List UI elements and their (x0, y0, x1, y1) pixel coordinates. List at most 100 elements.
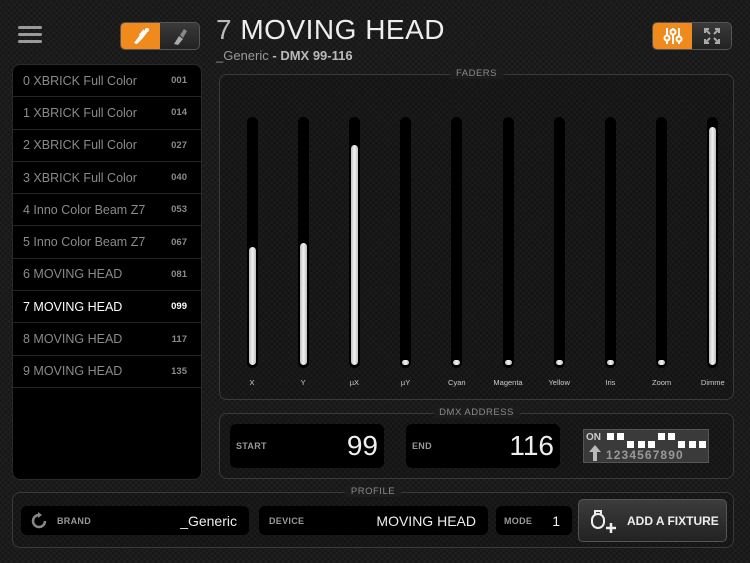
fixture-list-item[interactable]: 3 XBRICK Full Color 040 (13, 162, 201, 195)
fixture-item-address: 081 (171, 268, 187, 280)
dip-switch[interactable]: ON 1234567890 (583, 429, 709, 463)
subtitle-dmx-range: DMX 99-116 (280, 48, 353, 63)
dip-switch-key[interactable] (657, 433, 666, 449)
device-field[interactable]: DEVICE MOVING HEAD (259, 506, 488, 535)
fixture-item-label: 1 XBRICK Full Color (23, 105, 137, 120)
fader-handle[interactable] (555, 360, 563, 365)
mode-field[interactable]: MODE 1 (496, 506, 572, 535)
fader-label: Yellow (548, 378, 570, 387)
fader-handle[interactable] (350, 144, 358, 365)
fixture-item-address: 053 (171, 204, 187, 216)
fixture-list: 0 XBRICK Full Color 001 1 XBRICK Full Colo… (12, 64, 202, 480)
fader-track[interactable] (297, 117, 309, 368)
hamburger-icon-bar (18, 33, 42, 36)
dmx-panel-title: DMX ADDRESS (433, 407, 520, 418)
profile-panel-title: PROFILE (344, 486, 402, 497)
fader-track[interactable] (656, 117, 668, 368)
dip-switch-key[interactable] (647, 433, 656, 449)
fader-handle[interactable] (299, 242, 307, 365)
fader-handle[interactable] (248, 247, 256, 365)
brand-value: _Generic (180, 512, 237, 529)
fixture-item-address: 040 (171, 172, 187, 184)
fixture-item-label: 2 XBRICK Full Color (23, 138, 137, 153)
dip-switch-key[interactable] (667, 433, 676, 449)
fader-track[interactable] (348, 117, 360, 368)
hamburger-icon-bar (18, 26, 42, 29)
cleanup-button[interactable] (160, 23, 199, 49)
fader-track[interactable] (246, 117, 258, 368)
refresh-icon[interactable] (29, 511, 49, 530)
fixture-list-item[interactable]: 6 MOVING HEAD 081 (13, 259, 201, 292)
brand-field[interactable]: BRAND _Generic (21, 506, 249, 535)
fixture-list-item[interactable]: 2 XBRICK Full Color 027 (13, 130, 201, 162)
fixture-edit-icon (133, 28, 149, 44)
fixture-list-item[interactable]: 1 XBRICK Full Color 014 (13, 97, 201, 130)
dip-switch-key[interactable] (606, 433, 615, 449)
dip-switch-knob (688, 441, 696, 448)
faders-view-button[interactable] (653, 23, 692, 49)
dmx-end-field[interactable]: END 116 (406, 424, 560, 468)
fader-handle[interactable] (606, 360, 614, 365)
fader-track[interactable] (604, 117, 616, 368)
fixture-item-address: 014 (171, 107, 187, 119)
fader-track[interactable] (553, 117, 565, 368)
dip-switch-key[interactable] (677, 433, 686, 449)
fixture-list-item[interactable]: 4 Inno Color Beam Z7 053 (13, 194, 201, 227)
add-fixture-icon (591, 509, 616, 533)
fixture-list-item[interactable]: 5 Inno Color Beam Z7 067 (13, 226, 201, 259)
menu-button[interactable] (18, 26, 42, 44)
fader-label: µX (349, 378, 360, 387)
fader-handle[interactable] (658, 360, 666, 365)
dmx-end-value: 116 (509, 430, 554, 461)
add-fixture-button[interactable]: ADD A FIXTURE (578, 499, 727, 542)
fader-handle[interactable] (402, 360, 410, 365)
dip-switch-knob (668, 433, 676, 440)
fixture-item-address: 099 (171, 301, 187, 313)
page-subtitle: _Generic - DMX 99-116 (216, 48, 353, 63)
mode-toggle-left (120, 22, 200, 50)
fader-track[interactable] (707, 117, 719, 368)
fixture-item-address: 117 (171, 333, 187, 345)
expand-icon (703, 28, 720, 44)
dip-switch-key[interactable] (698, 433, 707, 449)
fader-track[interactable] (502, 117, 514, 368)
fader-label: Iris (605, 378, 616, 387)
fixture-edit-button[interactable] (121, 23, 160, 49)
dip-switch-key[interactable] (616, 433, 625, 449)
dip-switch-knob (637, 441, 645, 448)
dip-switch-knob (627, 441, 635, 448)
fixture-item-address: 067 (171, 236, 187, 248)
fixture-number: 7 (216, 14, 233, 45)
mode-label: MODE (504, 515, 533, 526)
faders-panel: FADERS X YµX µY Cyan Magenta Yellow Iris Zoom Di… (219, 68, 734, 400)
fader-label: Zoom (652, 378, 672, 387)
fader-handle[interactable] (453, 360, 461, 365)
fader-label: Cyan (448, 378, 466, 387)
device-value: MOVING HEAD (376, 512, 476, 529)
fullscreen-button[interactable] (692, 23, 731, 49)
fixture-list-item[interactable]: 8 MOVING HEAD 117 (13, 323, 201, 356)
device-label: DEVICE (269, 515, 305, 526)
fader-handle[interactable] (504, 360, 512, 365)
fixture-list-item[interactable]: 9 MOVING HEAD 135 (13, 356, 201, 388)
fixture-item-label: 6 MOVING HEAD (23, 267, 123, 282)
fader-handle[interactable] (709, 127, 717, 365)
dip-switch-key[interactable] (637, 433, 646, 449)
page-title: 7 MOVING HEAD (216, 14, 445, 46)
fader-label: µY (400, 378, 411, 387)
fader-label: Y (300, 378, 306, 387)
dip-switch-key[interactable] (688, 433, 697, 449)
dip-switch-knob (678, 441, 686, 448)
hamburger-icon-bar (18, 40, 42, 43)
fader-track[interactable] (451, 117, 463, 368)
add-fixture-label: ADD A FIXTURE (627, 513, 719, 528)
dip-switch-knob (698, 441, 706, 448)
subtitle-brand: _Generic (216, 48, 269, 63)
dmx-start-field[interactable]: START 99 (230, 424, 384, 468)
fixture-list-item[interactable]: 7 MOVING HEAD 099 (13, 291, 201, 324)
dip-switch-key[interactable] (626, 433, 635, 449)
dip-switch-knob (607, 433, 614, 440)
brush-icon (173, 29, 187, 45)
fixture-list-item[interactable]: 0 XBRICK Full Color 001 (13, 65, 201, 98)
fader-track[interactable] (400, 117, 412, 368)
